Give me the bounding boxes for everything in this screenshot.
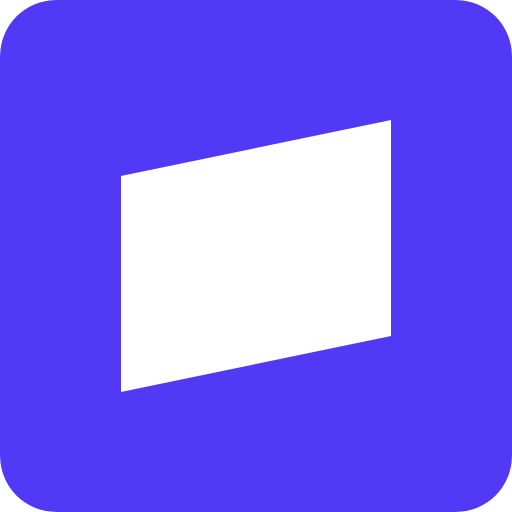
app-logo-svg: [0, 0, 512, 512]
app-logo-icon: [0, 0, 512, 512]
